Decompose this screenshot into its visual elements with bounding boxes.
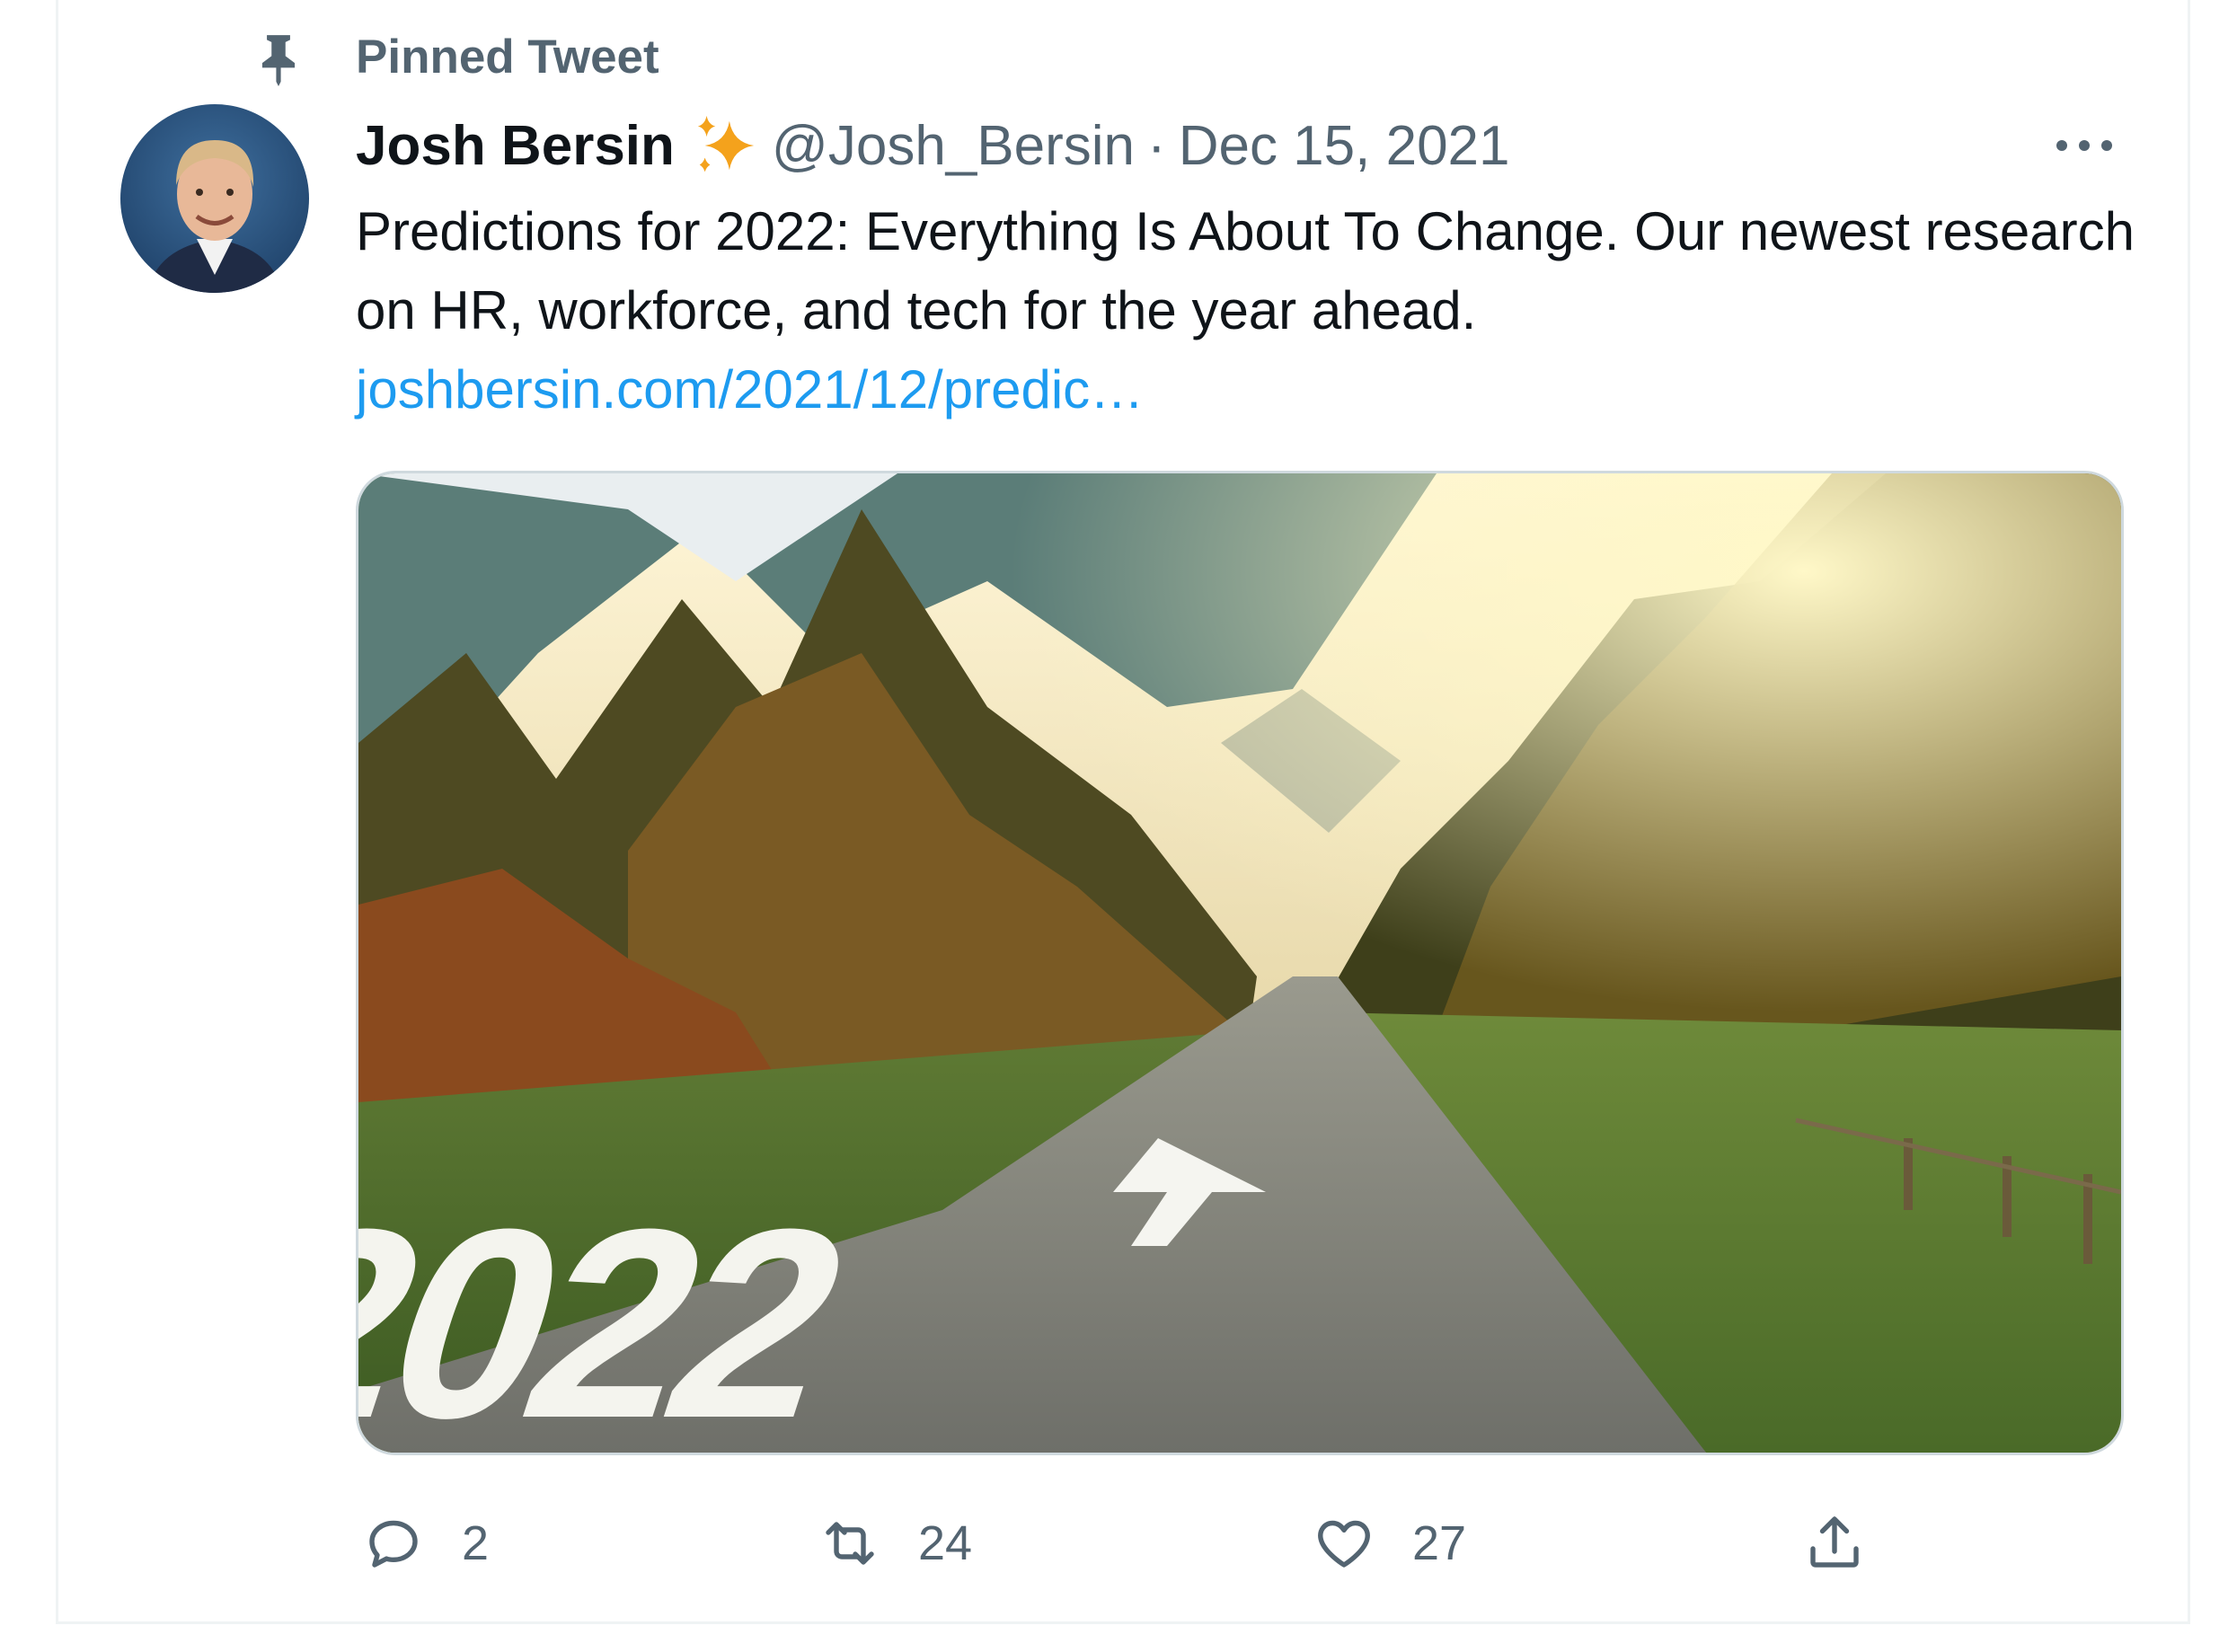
retweet-count: 24 [918, 1516, 973, 1570]
tweet-link[interactable]: joshbersin.com/2021/12/predic… [356, 350, 1144, 429]
sparkles-icon [697, 115, 755, 172]
more-options-button[interactable] [2048, 122, 2120, 169]
pinned-tweet-label: Pinned Tweet [356, 31, 659, 84]
heart-icon [1318, 1520, 1370, 1568]
author-name[interactable]: Josh Bersin [356, 114, 675, 178]
pin-icon [261, 35, 296, 86]
author-avatar[interactable] [120, 104, 309, 293]
share-icon [1810, 1516, 1859, 1568]
tweet-header: Josh Bersin @Josh_Bersin · Dec 15, 2021 [356, 110, 1510, 181]
like-button[interactable]: 27 [1312, 1507, 1466, 1579]
reply-button[interactable]: 2 [361, 1507, 489, 1579]
reply-count: 2 [462, 1516, 490, 1570]
share-button[interactable] [1802, 1507, 1867, 1579]
more-icon [2056, 140, 2112, 151]
reply-icon [369, 1520, 418, 1568]
author-handle[interactable]: @Josh_Bersin [772, 114, 1135, 178]
tweet-text: Predictions for 2022: Everything Is Abou… [356, 201, 2135, 340]
retweet-icon [826, 1522, 874, 1565]
tweet-media-image[interactable]: 2022 [356, 471, 2124, 1455]
retweet-button[interactable]: 24 [818, 1507, 972, 1579]
like-count: 27 [1412, 1516, 1467, 1570]
header-separator: · [1147, 114, 1166, 177]
tweet-date[interactable]: Dec 15, 2021 [1179, 114, 1510, 178]
